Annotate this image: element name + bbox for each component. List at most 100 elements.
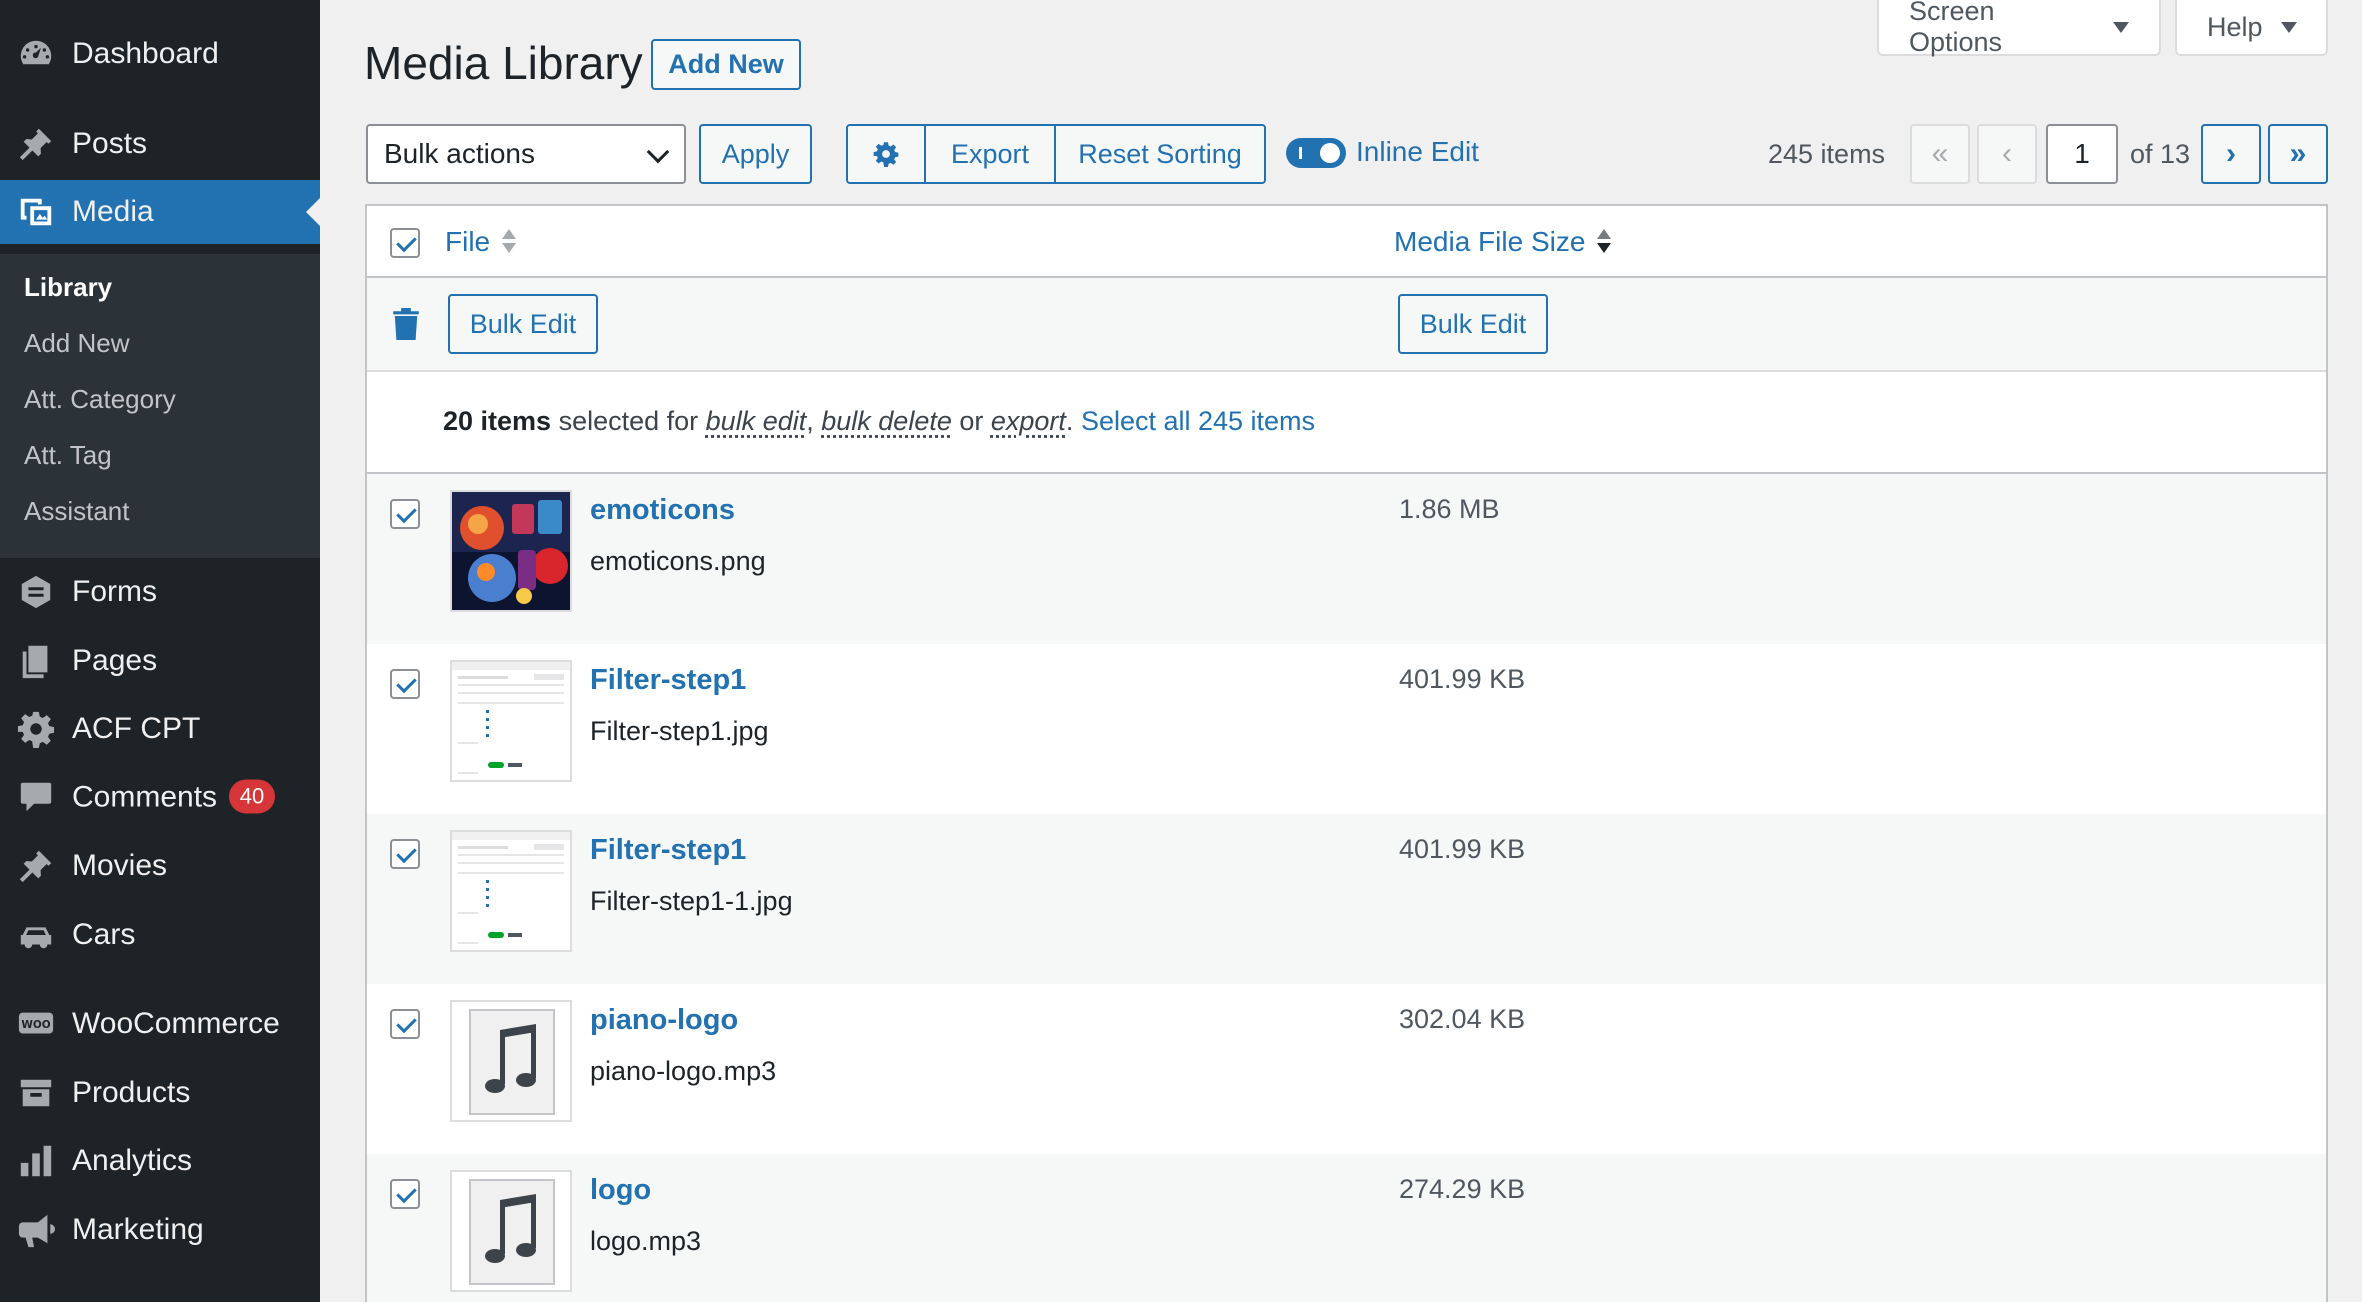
sidebar-item-woocommerce[interactable]: WOO WooCommerce	[0, 992, 320, 1056]
sidebar-item-label: Analytics	[72, 1144, 193, 1177]
selection-notice: 20 items selected for bulk edit, bulk de…	[443, 406, 1315, 437]
sidebar-item-dashboard[interactable]: Dashboard	[0, 22, 320, 86]
car-icon	[16, 915, 56, 955]
sidebar-item-label: Movies	[72, 849, 168, 882]
notice-or: or	[951, 406, 991, 436]
submenu-item-assistant[interactable]: Assistant	[24, 496, 130, 527]
sidebar-item-label: Posts	[72, 127, 148, 160]
screenshot-image	[452, 832, 570, 950]
sidebar-item-pages[interactable]: Pages	[0, 629, 320, 693]
sidebar-item-label: Dashboard	[72, 37, 219, 70]
row-checkbox[interactable]	[390, 839, 420, 869]
audio-file-icon	[452, 1002, 570, 1120]
table-header: File Media File Size	[367, 206, 2326, 278]
sidebar-item-forms[interactable]: Forms	[0, 560, 320, 624]
megaphone-icon	[16, 1210, 56, 1250]
submenu-item-add-new[interactable]: Add New	[24, 328, 130, 359]
column-header-file[interactable]: File	[445, 226, 517, 258]
current-page-input[interactable]	[2046, 124, 2118, 184]
reset-sorting-button[interactable]: Reset Sorting	[1056, 126, 1264, 182]
select-all-checkbox[interactable]	[390, 228, 420, 258]
archive-icon	[16, 1073, 56, 1113]
media-filename: logo.mp3	[590, 1226, 702, 1256]
media-icon	[16, 192, 56, 232]
thumbnail-piano-logo[interactable]	[450, 1000, 572, 1122]
screen-options-label: Screen Options	[1909, 0, 2003, 57]
screen-options-button[interactable]: Screen Options	[1877, 0, 2161, 57]
submenu-item-att-category[interactable]: Att. Category	[24, 384, 176, 415]
media-file-size: 302.04 KB	[1399, 1004, 1526, 1034]
media-file-size: 401.99 KB	[1399, 834, 1526, 864]
svg-text:WOO: WOO	[21, 1019, 50, 1031]
add-new-button[interactable]: Add New	[651, 39, 801, 90]
select-all-items-link[interactable]: Select all 245 items	[1081, 406, 1315, 436]
sidebar-item-acf-cpt[interactable]: ACF CPT	[0, 697, 320, 761]
row-checkbox[interactable]	[390, 499, 420, 529]
total-pages: of 13	[2130, 139, 2191, 169]
apply-button[interactable]: Apply	[699, 124, 812, 184]
dashboard-icon	[16, 34, 56, 74]
selected-count: 20 items	[443, 406, 552, 436]
row-checkbox[interactable]	[390, 1009, 420, 1039]
bulk-actions-select[interactable]: Bulk actions	[366, 124, 686, 184]
thumbnail-filter-step1[interactable]	[450, 660, 572, 782]
sidebar-item-label: Pages	[72, 644, 158, 677]
sidebar-item-products[interactable]: Products	[0, 1061, 320, 1125]
trash-icon[interactable]	[393, 308, 419, 340]
items-count: 245 items	[1768, 139, 1886, 169]
inline-edit-label[interactable]: Inline Edit	[1356, 136, 1479, 168]
forms-icon	[16, 572, 56, 612]
caret-down-icon	[2113, 21, 2129, 33]
thumbnail-filter-step1-1[interactable]	[450, 830, 572, 952]
sidebar-item-label: Media	[72, 195, 154, 228]
prev-page-button[interactable]: ‹	[1977, 124, 2037, 184]
sidebar-item-label: WooCommerce	[72, 1007, 280, 1040]
submenu-item-att-tag[interactable]: Att. Tag	[24, 440, 112, 471]
media-title-link[interactable]: piano-logo	[590, 1004, 738, 1037]
chevron-down-icon	[646, 140, 670, 164]
media-file-size: 274.29 KB	[1399, 1174, 1526, 1204]
bulk-edit-size-button[interactable]: Bulk Edit	[1398, 294, 1548, 354]
bulk-edit-file-button[interactable]: Bulk Edit	[448, 294, 598, 354]
notice-period: .	[1065, 406, 1081, 436]
table-row: piano-logo piano-logo.mp3 302.04 KB	[367, 984, 2326, 1154]
bulk-actions-value: Bulk actions	[384, 138, 535, 169]
next-page-button[interactable]: ›	[2201, 124, 2261, 184]
export-button[interactable]: Export	[926, 126, 1056, 182]
file-column-label: File	[445, 226, 491, 257]
column-header-media-file-size[interactable]: Media File Size	[1394, 226, 1612, 258]
first-page-button[interactable]: «	[1910, 124, 1970, 184]
settings-button[interactable]	[848, 126, 926, 182]
sidebar-item-movies[interactable]: Movies	[0, 834, 320, 898]
sidebar-item-media[interactable]: Media	[0, 180, 320, 244]
media-title-link[interactable]: logo	[590, 1174, 651, 1207]
sort-desc-icon	[1597, 227, 1612, 257]
media-file-size: 1.86 MB	[1399, 494, 1500, 524]
row-checkbox[interactable]	[390, 1179, 420, 1209]
last-page-button[interactable]: »	[2268, 124, 2328, 184]
submenu-item-library[interactable]: Library	[24, 272, 112, 303]
row-checkbox[interactable]	[390, 669, 420, 699]
sidebar-item-label: Cars	[72, 918, 136, 951]
sidebar-item-comments[interactable]: Comments 40	[0, 766, 320, 830]
inline-edit-toggle[interactable]	[1286, 138, 1346, 168]
media-title-link[interactable]: emoticons	[590, 494, 735, 527]
sidebar-item-label: ACF CPT	[72, 712, 201, 745]
media-file-size: 401.99 KB	[1399, 664, 1526, 694]
sidebar-item-marketing[interactable]: Marketing	[0, 1198, 320, 1262]
thumbnail-logo[interactable]	[450, 1170, 572, 1292]
sidebar-item-posts[interactable]: Posts	[0, 112, 320, 176]
comment-icon	[16, 778, 56, 818]
media-title-link[interactable]: Filter-step1	[590, 664, 746, 697]
help-label: Help	[2207, 11, 2263, 42]
sidebar-item-cars[interactable]: Cars	[0, 903, 320, 967]
gear-icon	[873, 142, 899, 167]
selection-notice-row: 20 items selected for bulk edit, bulk de…	[367, 372, 2326, 474]
sidebar-item-label: Comments 40	[72, 779, 276, 815]
help-button[interactable]: Help	[2175, 0, 2328, 56]
thumbnail-emoticons[interactable]	[450, 490, 572, 612]
media-filename: Filter-step1.jpg	[590, 716, 769, 746]
media-title-link[interactable]: Filter-step1	[590, 834, 746, 867]
notice-sep: ,	[806, 406, 822, 436]
sidebar-item-analytics[interactable]: Analytics	[0, 1129, 320, 1193]
